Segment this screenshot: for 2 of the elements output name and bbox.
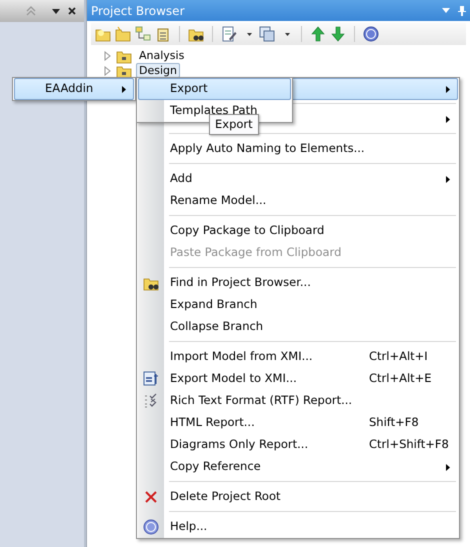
tooltip: Export [209, 114, 259, 136]
panel-title: Project Browser [91, 2, 184, 20]
